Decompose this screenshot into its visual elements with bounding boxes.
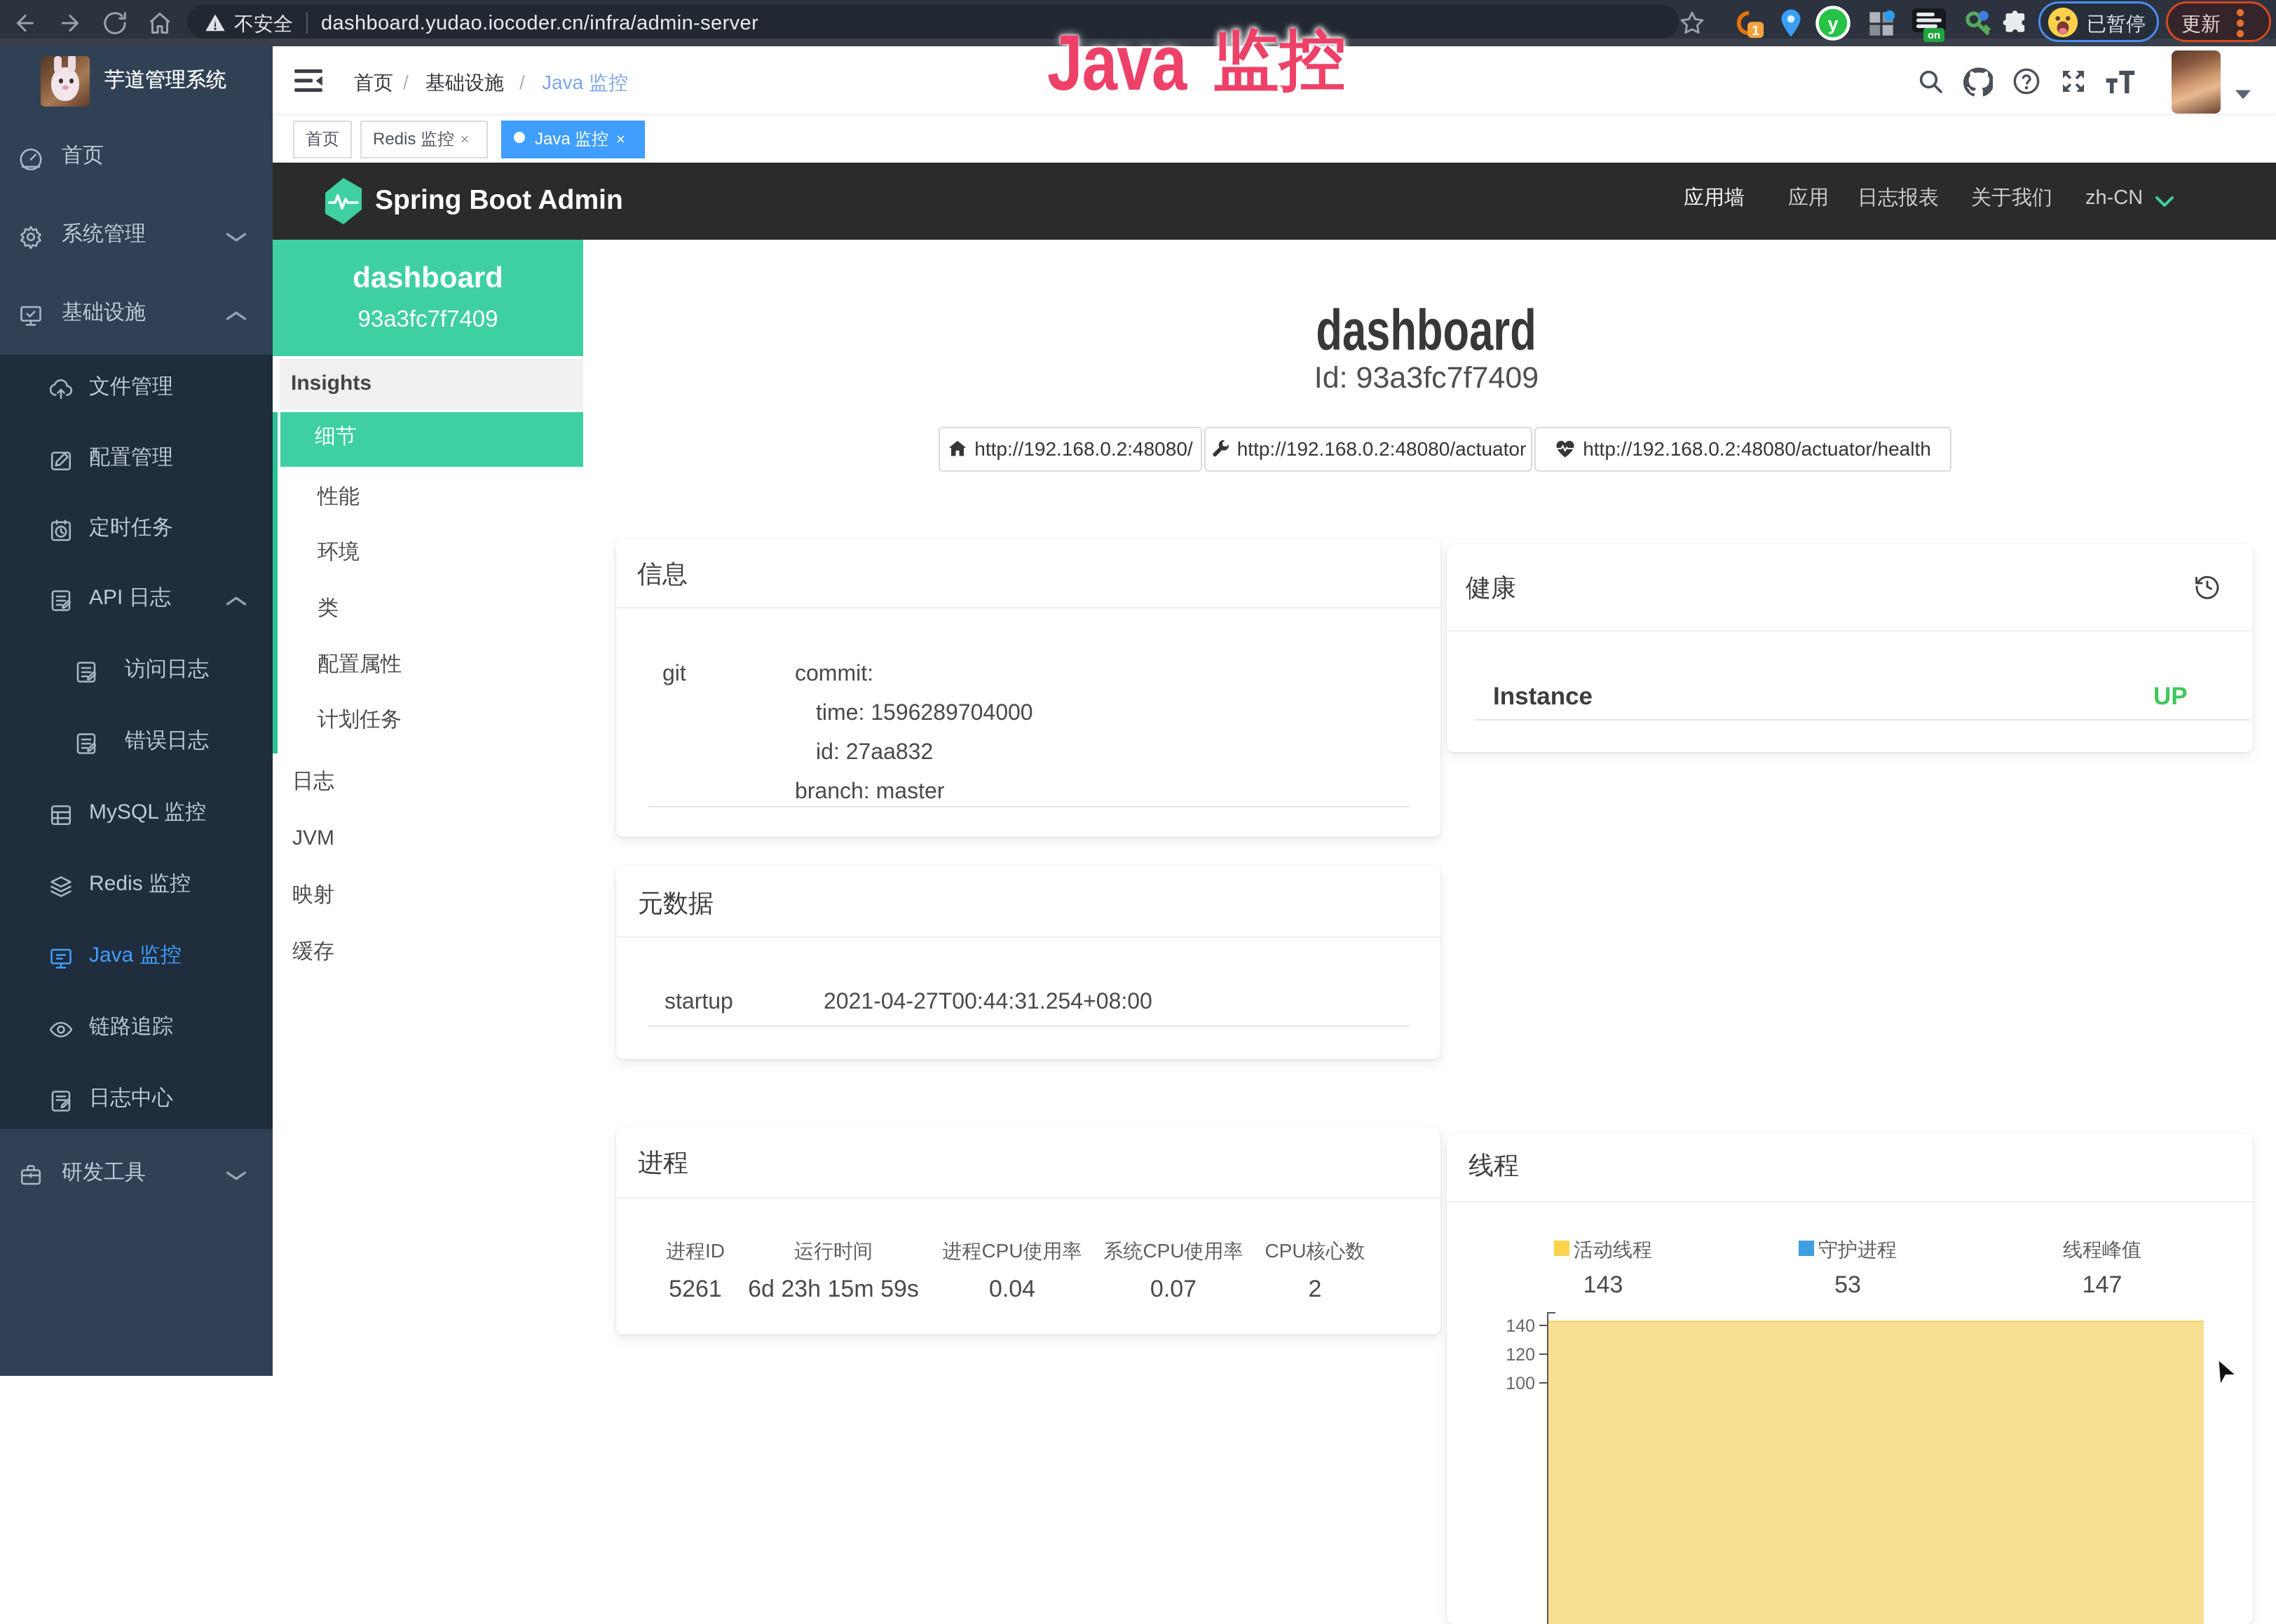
svg-text:y: y: [1827, 13, 1838, 34]
svg-text:on: on: [1928, 29, 1940, 41]
svg-text:1: 1: [1752, 24, 1759, 39]
